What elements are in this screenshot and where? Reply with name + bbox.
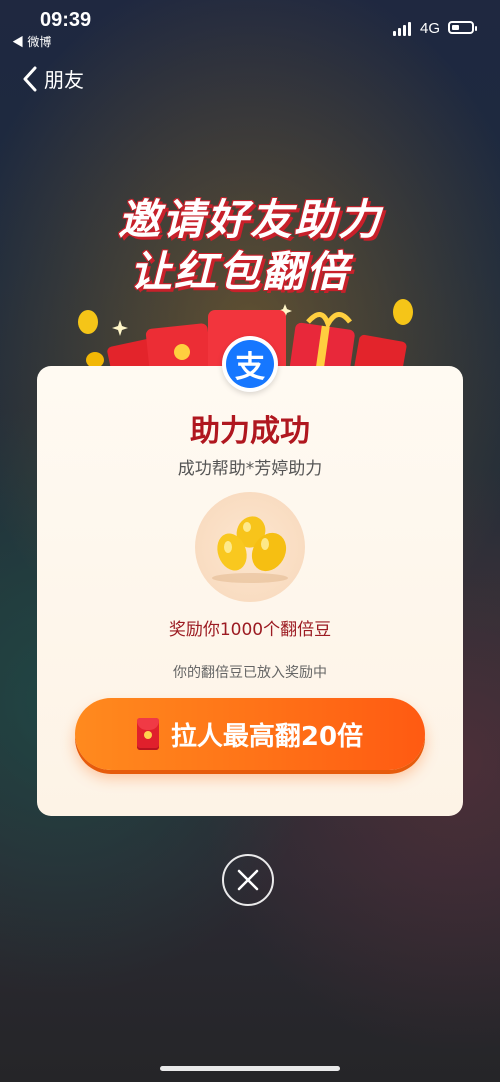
network-type: 4G <box>420 20 441 37</box>
invite-button-label: 拉人最高翻20倍 <box>170 721 364 752</box>
alipay-logo-glyph: 支 <box>226 340 274 388</box>
alipay-logo-icon: 支 <box>222 336 278 392</box>
gold-bean-icon <box>393 299 413 325</box>
close-button[interactable] <box>222 854 274 906</box>
gold-beans-icon <box>212 516 288 583</box>
home-indicator[interactable] <box>160 1066 340 1071</box>
close-icon <box>237 869 259 891</box>
reward-text: 奖励你1000个翻倍豆 <box>168 620 332 640</box>
card-subtitle: 成功帮助*芳婷助力 <box>177 459 323 479</box>
status-bar: 09:39 ◀ 微博 4G <box>0 0 500 54</box>
reward-note: 你的翻倍豆已放入奖励中 <box>173 665 327 681</box>
sparkle-icon <box>112 320 128 336</box>
gold-bean-icon <box>78 310 98 334</box>
success-card: 助力成功 成功帮助*芳婷助力 奖励你1000个翻倍豆 你的翻倍豆已放入奖励中 拉… <box>37 366 463 816</box>
red-envelope-icon <box>136 718 159 750</box>
beans-illustration <box>195 492 305 602</box>
card-title: 助力成功 <box>190 414 310 449</box>
signal-icon <box>393 22 413 36</box>
back-button[interactable]: 朋友 <box>22 64 84 93</box>
chevron-left-icon <box>23 66 37 91</box>
back-to-app-link[interactable]: ◀ 微博 <box>12 33 51 50</box>
invite-button[interactable]: 拉人最高翻20倍 <box>75 698 425 770</box>
battery-icon <box>448 21 477 34</box>
status-time: 09:39 <box>40 9 92 31</box>
back-label: 朋友 <box>44 70 84 92</box>
